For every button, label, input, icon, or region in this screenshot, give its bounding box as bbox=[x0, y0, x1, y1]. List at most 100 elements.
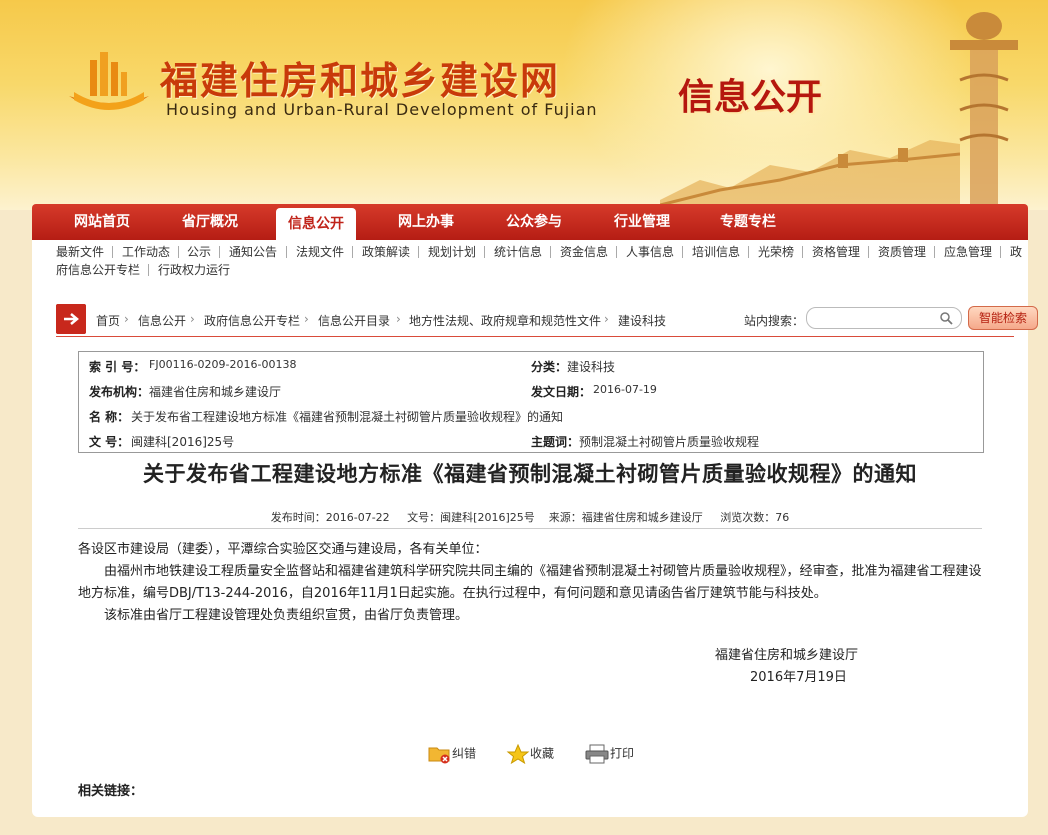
tab-info-disclosure[interactable]: 信息公开 bbox=[276, 208, 356, 240]
report-error-button[interactable]: 纠错 bbox=[428, 744, 476, 764]
article-title: 关于发布省工程建设地方标准《福建省预制混凝土衬砌管片质量验收规程》的通知 bbox=[143, 461, 917, 486]
signature-org: 福建省住房和城乡建设厅 bbox=[715, 648, 859, 663]
search-label: 站内搜索： bbox=[744, 314, 805, 328]
tab-industry-management[interactable]: 行业管理 bbox=[594, 204, 690, 240]
breadcrumb-item[interactable]: 建设科技 bbox=[618, 312, 666, 329]
subnav-separator bbox=[148, 264, 149, 276]
advanced-search-button[interactable]: 智能检索 bbox=[968, 306, 1038, 330]
source-label: 来源： bbox=[548, 511, 582, 524]
breadcrumb-item[interactable]: 信息公开 bbox=[138, 312, 186, 329]
print-label: 打印 bbox=[610, 746, 635, 761]
tab-online-services[interactable]: 网上办事 bbox=[378, 204, 474, 240]
folder-error-icon bbox=[428, 747, 450, 764]
report-error-label: 纠错 bbox=[452, 746, 477, 761]
tab-public-participation[interactable]: 公众参与 bbox=[486, 204, 582, 240]
subnav-item[interactable]: 政 bbox=[1010, 243, 1022, 260]
tab-special-topics[interactable]: 专题专栏 bbox=[700, 204, 796, 240]
subnav-separator bbox=[682, 246, 683, 258]
subnav-item[interactable]: 行政权力运行 bbox=[158, 261, 230, 278]
subnav-item[interactable]: 法规文件 bbox=[296, 243, 344, 260]
signature-date: 2016年7月19日 bbox=[750, 670, 847, 685]
search-icon[interactable] bbox=[939, 311, 953, 325]
subnav-separator bbox=[616, 246, 617, 258]
document-meta-table: 索 引 号： FJ00116-0209-2016-00138 分类： 建设科技 … bbox=[78, 351, 984, 453]
source-value: 福建省住房和城乡建设厅 bbox=[581, 511, 703, 524]
subnav-item[interactable]: 通知公告 bbox=[229, 243, 277, 260]
subnav-item[interactable]: 最新文件 bbox=[56, 243, 104, 260]
meta-subject-value: 预制混凝土衬砌管片质量验收规程 bbox=[579, 435, 760, 449]
subnav-item[interactable]: 培训信息 bbox=[692, 243, 740, 260]
subnav-item[interactable]: 资格管理 bbox=[812, 243, 860, 260]
divider bbox=[78, 528, 982, 529]
subnav-item[interactable]: 资金信息 bbox=[560, 243, 608, 260]
meta-subject-label: 主题词： bbox=[531, 435, 580, 449]
printer-icon bbox=[585, 744, 609, 764]
section-title: 信息公开 bbox=[678, 76, 823, 118]
views-value: 76 bbox=[775, 511, 790, 524]
subnav-item[interactable]: 公示 bbox=[187, 243, 211, 260]
breadcrumb-separator: › bbox=[604, 312, 609, 326]
breadcrumb-item[interactable]: 地方性法规、政府规章和规范性文件 bbox=[409, 312, 601, 329]
subnav-item[interactable]: 资质管理 bbox=[878, 243, 926, 260]
subnav-separator bbox=[934, 246, 935, 258]
subnav-item[interactable]: 应急管理 bbox=[944, 243, 992, 260]
subnav-separator bbox=[748, 246, 749, 258]
breadcrumb: 首页 › 信息公开 › 政府信息公开专栏 › 信息公开目录 › 地方性法规、政府… bbox=[56, 304, 1038, 337]
views-label: 浏览次数： bbox=[720, 511, 776, 524]
subnav-item[interactable]: 统计信息 bbox=[494, 243, 542, 260]
subnav-separator bbox=[418, 246, 419, 258]
favorite-button[interactable]: 收藏 bbox=[506, 743, 554, 765]
pub-time-value: 2016-07-22 bbox=[325, 511, 390, 524]
tab-overview[interactable]: 省厅概况 bbox=[162, 204, 258, 240]
meta-docno-value: 闽建科[2016]25号 bbox=[131, 435, 235, 449]
meta-name-label: 名 称： bbox=[89, 410, 130, 424]
subnav-item[interactable]: 光荣榜 bbox=[758, 243, 794, 260]
breadcrumb-separator: › bbox=[304, 312, 309, 326]
meta-index-value: FJ00116-0209-2016-00138 bbox=[149, 358, 297, 371]
meta-category-label: 分类： bbox=[531, 360, 568, 374]
meta-date-value: 2016-07-19 bbox=[593, 383, 657, 396]
great-wall-illustration bbox=[660, 140, 960, 210]
breadcrumb-separator: › bbox=[190, 312, 195, 326]
subnav-item[interactable]: 规划计划 bbox=[428, 243, 476, 260]
tab-home[interactable]: 网站首页 bbox=[54, 204, 150, 240]
meta-category-value: 建设科技 bbox=[567, 360, 616, 374]
breadcrumb-item[interactable]: 信息公开目录 bbox=[318, 312, 390, 329]
sub-nav: 最新文件 工作动态 公示 通知公告 法规文件 政策解读 规划计划 统计信息 资金… bbox=[32, 240, 1028, 278]
breadcrumb-item[interactable]: 政府信息公开专栏 bbox=[204, 312, 300, 329]
subnav-separator bbox=[484, 246, 485, 258]
search-input[interactable] bbox=[806, 307, 962, 329]
docno-label: 文号： bbox=[407, 511, 441, 524]
subnav-item[interactable]: 政策解读 bbox=[362, 243, 410, 260]
site-banner: 福建住房和城乡建设网 Housing and Urban-Rural Devel… bbox=[0, 0, 1048, 210]
meta-date-label: 发文日期： bbox=[531, 385, 592, 399]
subnav-separator bbox=[112, 246, 113, 258]
meta-publisher-label: 发布机构： bbox=[89, 385, 150, 399]
article-paragraph: 由福州市地铁建设工程质量安全监督站和福建省建筑科学研究院共同主编的《福建省预制混… bbox=[78, 564, 982, 601]
subnav-separator bbox=[802, 246, 803, 258]
breadcrumb-separator: › bbox=[124, 312, 129, 326]
subnav-item[interactable]: 工作动态 bbox=[122, 243, 170, 260]
huabiao-pillar-illustration bbox=[950, 12, 1018, 210]
article-paragraph: 该标准由省厅工程建设管理处负责组织宣贯，由省厅负责管理。 bbox=[78, 608, 469, 623]
print-button[interactable]: 打印 bbox=[584, 744, 634, 764]
subnav-separator bbox=[1000, 246, 1001, 258]
subnav-item[interactable]: 人事信息 bbox=[626, 243, 674, 260]
subnav-separator bbox=[352, 246, 353, 258]
docno-value: 闽建科[2016]25号 bbox=[440, 511, 535, 524]
related-links-label: 相关链接： bbox=[78, 784, 144, 799]
subnav-separator bbox=[178, 246, 179, 258]
meta-publisher-value: 福建省住房和城乡建设厅 bbox=[149, 385, 282, 399]
site-logo-icon[interactable] bbox=[64, 48, 154, 118]
subnav-item[interactable]: 府信息公开专栏 bbox=[56, 261, 140, 278]
content-panel: 首页 › 信息公开 › 政府信息公开专栏 › 信息公开目录 › 地方性法规、政府… bbox=[32, 278, 1038, 817]
article-pub-info: 发布时间：2016-07-22 文号：闽建科[2016]25号 来源：福建省住房… bbox=[32, 509, 1028, 525]
arrow-right-icon bbox=[56, 304, 86, 334]
meta-index-label: 索 引 号： bbox=[89, 360, 146, 374]
breadcrumb-separator: › bbox=[396, 312, 401, 326]
subnav-separator bbox=[868, 246, 869, 258]
breadcrumb-item[interactable]: 首页 bbox=[96, 312, 120, 329]
main-nav: 网站首页 省厅概况 信息公开 网上办事 公众参与 行业管理 专题专栏 bbox=[32, 204, 1028, 240]
pub-time-label: 发布时间： bbox=[270, 511, 326, 524]
star-icon bbox=[506, 743, 530, 765]
